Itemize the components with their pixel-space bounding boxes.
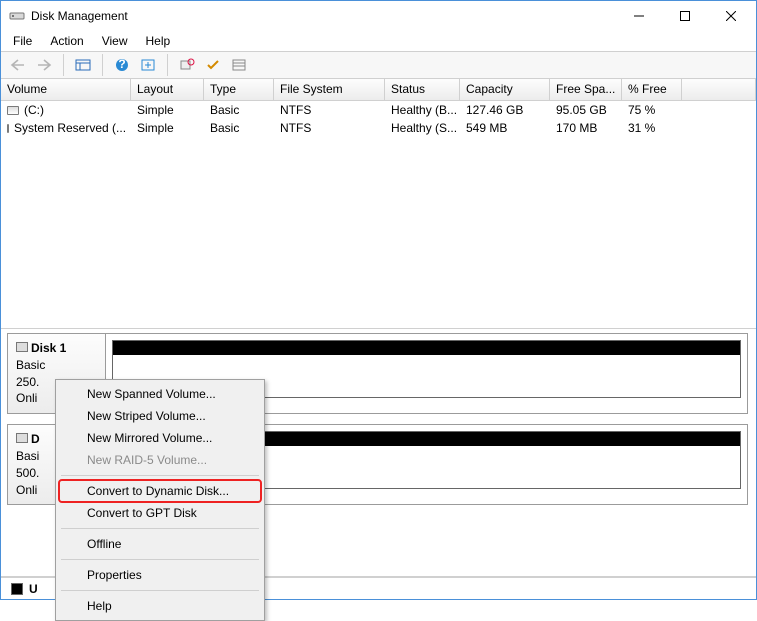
disk-type: Basic — [16, 358, 45, 372]
col-volume[interactable]: Volume — [1, 79, 131, 100]
maximize-button[interactable] — [662, 1, 708, 31]
volume-name: (C:) — [24, 103, 44, 117]
drive-icon — [16, 433, 28, 443]
menu-view[interactable]: View — [94, 32, 136, 50]
menu-new-mirrored-volume[interactable]: New Mirrored Volume... — [59, 427, 261, 449]
menu-separator — [61, 590, 259, 591]
col-percent-free[interactable]: % Free — [622, 79, 682, 100]
app-icon — [9, 8, 25, 24]
menu-separator — [61, 475, 259, 476]
menu-new-striped-volume[interactable]: New Striped Volume... — [59, 405, 261, 427]
col-free-space[interactable]: Free Spa... — [550, 79, 622, 100]
list-button[interactable] — [228, 54, 250, 76]
disk-context-menu: New Spanned Volume... New Striped Volume… — [55, 379, 265, 621]
disk-type: Basi — [16, 449, 39, 463]
disk-status: Onli — [16, 391, 37, 405]
menu-file[interactable]: File — [5, 32, 40, 50]
menu-help[interactable]: Help — [138, 32, 179, 50]
col-status[interactable]: Status — [385, 79, 460, 100]
menu-convert-to-dynamic-disk[interactable]: Convert to Dynamic Disk... — [59, 480, 261, 502]
toolbar: ? — [1, 51, 756, 79]
volume-type: Basic — [204, 101, 274, 119]
forward-button[interactable] — [33, 54, 55, 76]
volume-free: 95.05 GB — [550, 101, 622, 119]
volume-row[interactable]: (C:) Simple Basic NTFS Healthy (B... 127… — [1, 101, 756, 119]
menu-new-raid5-volume: New RAID-5 Volume... — [59, 449, 261, 471]
legend-square-icon — [11, 583, 23, 595]
disk-size: 250. — [16, 375, 39, 389]
legend-label: U — [29, 582, 38, 596]
menu-action[interactable]: Action — [42, 32, 91, 50]
volume-row[interactable]: System Reserved (... Simple Basic NTFS H… — [1, 119, 756, 137]
separator — [102, 54, 103, 76]
close-button[interactable] — [708, 1, 754, 31]
menu-new-spanned-volume[interactable]: New Spanned Volume... — [59, 383, 261, 405]
help-button[interactable]: ? — [111, 54, 133, 76]
menu-help[interactable]: Help — [59, 595, 261, 617]
separator — [63, 54, 64, 76]
volume-fs: NTFS — [274, 119, 385, 137]
svg-text:?: ? — [118, 58, 125, 71]
volume-free: 170 MB — [550, 119, 622, 137]
volume-pfree: 31 % — [622, 119, 682, 137]
volume-header-row: Volume Layout Type File System Status Ca… — [1, 79, 756, 101]
menu-separator — [61, 528, 259, 529]
volume-layout: Simple — [131, 101, 204, 119]
volume-capacity: 127.46 GB — [460, 101, 550, 119]
col-layout[interactable]: Layout — [131, 79, 204, 100]
menu-bar: File Action View Help — [1, 31, 756, 51]
col-file-system[interactable]: File System — [274, 79, 385, 100]
volume-name: System Reserved (... — [14, 121, 126, 135]
settings-button[interactable] — [176, 54, 198, 76]
disk-management-window: Disk Management File Action View Help ? … — [0, 0, 757, 600]
volume-layout: Simple — [131, 119, 204, 137]
volume-type: Basic — [204, 119, 274, 137]
volume-capacity: 549 MB — [460, 119, 550, 137]
minimize-button[interactable] — [616, 1, 662, 31]
disk-name: D — [31, 432, 40, 446]
disk-size: 500. — [16, 466, 39, 480]
col-blank[interactable] — [682, 79, 756, 100]
volume-status: Healthy (B... — [385, 101, 460, 119]
disk-status: Onli — [16, 483, 37, 497]
menu-separator — [61, 559, 259, 560]
window-title: Disk Management — [31, 9, 616, 23]
menu-convert-to-gpt-disk[interactable]: Convert to GPT Disk — [59, 502, 261, 524]
partition-stripe — [113, 341, 740, 355]
col-capacity[interactable]: Capacity — [460, 79, 550, 100]
volume-fs: NTFS — [274, 101, 385, 119]
drive-icon — [7, 106, 19, 115]
menu-offline[interactable]: Offline — [59, 533, 261, 555]
back-button[interactable] — [7, 54, 29, 76]
volume-pfree: 75 % — [622, 101, 682, 119]
action-button[interactable] — [202, 54, 224, 76]
show-hide-console-button[interactable] — [72, 54, 94, 76]
disk-name: Disk 1 — [31, 341, 66, 355]
title-bar: Disk Management — [1, 1, 756, 31]
menu-properties[interactable]: Properties — [59, 564, 261, 586]
drive-icon — [16, 342, 28, 352]
volume-status: Healthy (S... — [385, 119, 460, 137]
refresh-button[interactable] — [137, 54, 159, 76]
separator — [167, 54, 168, 76]
col-type[interactable]: Type — [204, 79, 274, 100]
volume-list: Volume Layout Type File System Status Ca… — [1, 79, 756, 329]
window-controls — [616, 1, 754, 31]
drive-icon — [7, 124, 9, 133]
